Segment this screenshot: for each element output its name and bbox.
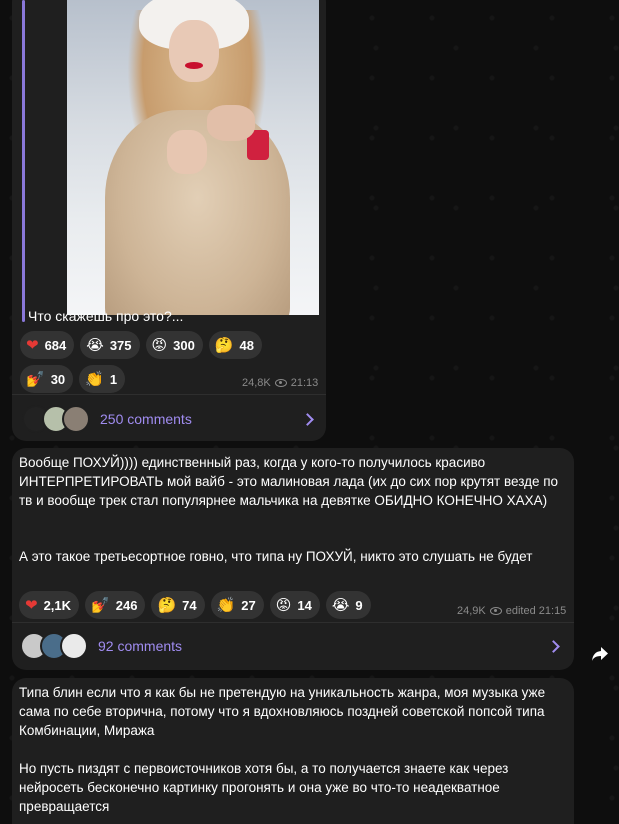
post-text-paragraph: А это такое третьесортное говно, что тип… <box>19 549 533 564</box>
divider <box>12 394 326 395</box>
views-count: 24,8K <box>242 377 271 389</box>
reaction-emoji-icon: 🤔 <box>157 596 177 614</box>
chevron-right-icon <box>547 639 560 653</box>
reaction-chip[interactable]: ❤ 684 <box>20 331 75 359</box>
comments-label: 92 comments <box>98 638 183 654</box>
quote-bar <box>22 0 25 322</box>
post-caption: Что скажешь про это?... <box>28 308 184 324</box>
reaction-chip[interactable]: 😭 9 <box>325 591 371 619</box>
avatar <box>62 405 90 433</box>
reaction-chip[interactable]: 🤔 48 <box>208 331 263 359</box>
reaction-count: 246 <box>115 597 138 613</box>
reaction-chip[interactable]: 👏 27 <box>210 591 264 619</box>
post-text-paragraph: Но пусть пиздят с первоисточников хотя б… <box>19 761 509 814</box>
reaction-count: 300 <box>173 337 195 353</box>
share-button[interactable] <box>584 638 616 670</box>
reaction-count: 375 <box>109 337 132 353</box>
channel-post-text: Типа блин если что я как бы не претендую… <box>12 678 574 824</box>
reaction-count: 14 <box>297 597 312 613</box>
reaction-chip[interactable]: 🤔 74 <box>151 591 205 619</box>
reaction-chip[interactable]: 😡 14 <box>269 591 320 619</box>
post-meta: 24,8K 21:13 <box>242 377 318 389</box>
video-thumbnail[interactable] <box>67 0 319 315</box>
reaction-emoji-icon: 🤔 <box>214 336 234 354</box>
reaction-chip[interactable]: 💅 246 <box>85 591 146 619</box>
reaction-emoji-icon: 😡 <box>151 336 168 354</box>
reaction-chip[interactable]: 😡 300 <box>145 331 203 359</box>
reaction-emoji-icon: ❤ <box>26 336 39 354</box>
reaction-count: 1 <box>109 371 118 387</box>
comments-button[interactable]: 250 comments <box>22 404 336 434</box>
reaction-emoji-icon: 😭 <box>86 336 104 354</box>
reaction-count: 27 <box>241 597 256 613</box>
post-meta: 24,9K edited 21:15 <box>457 605 566 617</box>
reaction-emoji-icon: 👏 <box>216 596 236 614</box>
eye-icon <box>489 607 502 615</box>
views-count: 24,9K <box>457 605 486 617</box>
eye-icon <box>274 379 287 387</box>
reaction-emoji-icon: 💅 <box>26 370 45 388</box>
post-text-paragraph: Типа блин если что я как бы не претендую… <box>19 685 546 738</box>
avatar <box>60 632 88 660</box>
channel-post-video: Что скажешь про это?... ❤ 684 😭 375 😡 300 🤔 48 💅… <box>12 0 326 441</box>
reaction-count: 74 <box>182 597 197 613</box>
reaction-count: 30 <box>50 371 66 387</box>
reaction-chip[interactable]: 👏 1 <box>79 365 126 393</box>
chevron-right-icon <box>301 412 314 426</box>
reaction-chip[interactable]: ❤ 2,1K <box>19 591 80 619</box>
post-time: edited 21:15 <box>505 605 567 617</box>
divider <box>12 622 574 623</box>
comments-label: 250 comments <box>100 411 192 427</box>
post-text-paragraph: Вообще ПОХУЙ)))) единственный раз, когда… <box>19 455 559 508</box>
reactions-bar: ❤ 2,1K 💅 246 🤔 74 👏 27 😡 14 😭 9 <box>19 591 419 619</box>
reaction-emoji-icon: 💅 <box>91 596 110 614</box>
share-arrow-icon <box>592 647 608 661</box>
comments-button[interactable]: 92 comments <box>20 631 582 661</box>
reaction-count: 684 <box>44 337 67 353</box>
reaction-chip[interactable]: 😭 375 <box>80 331 140 359</box>
reaction-count: 2,1K <box>43 597 72 613</box>
post-time: 21:13 <box>290 377 319 389</box>
channel-post-text: Вообще ПОХУЙ)))) единственный раз, когда… <box>12 448 574 670</box>
reaction-count: 48 <box>239 337 255 353</box>
reaction-emoji-icon: ❤ <box>25 596 38 614</box>
reaction-emoji-icon: 😭 <box>331 596 350 614</box>
reaction-chip[interactable]: 💅 30 <box>20 365 74 393</box>
reaction-emoji-icon: 👏 <box>85 370 104 388</box>
reaction-count: 9 <box>355 597 363 613</box>
reaction-emoji-icon: 😡 <box>275 596 292 614</box>
